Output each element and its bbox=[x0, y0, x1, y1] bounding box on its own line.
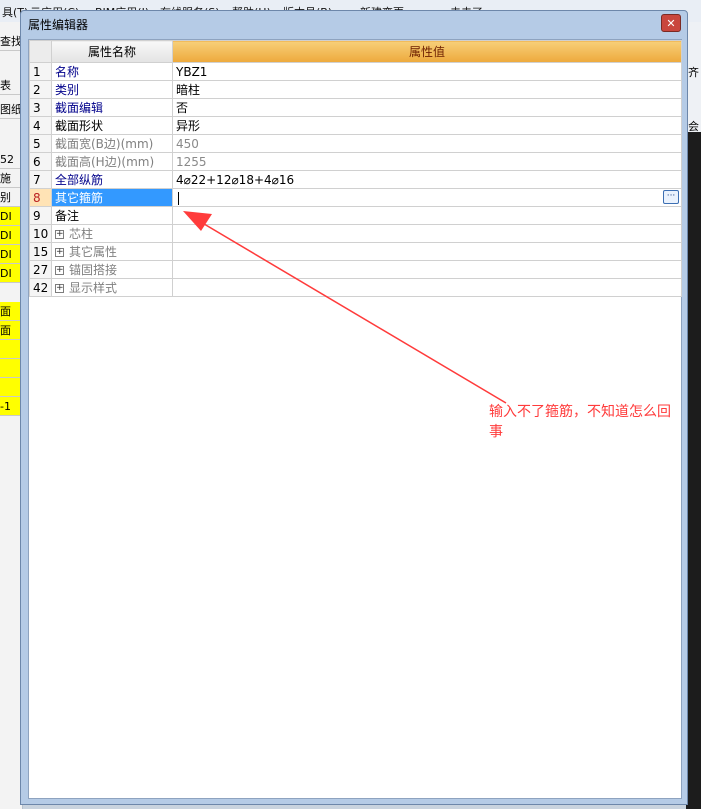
arrow-head bbox=[183, 211, 212, 231]
arrow-line bbox=[193, 217, 507, 404]
annotation-text: 输入不了箍筋，不知道怎么回事 bbox=[489, 404, 671, 440]
